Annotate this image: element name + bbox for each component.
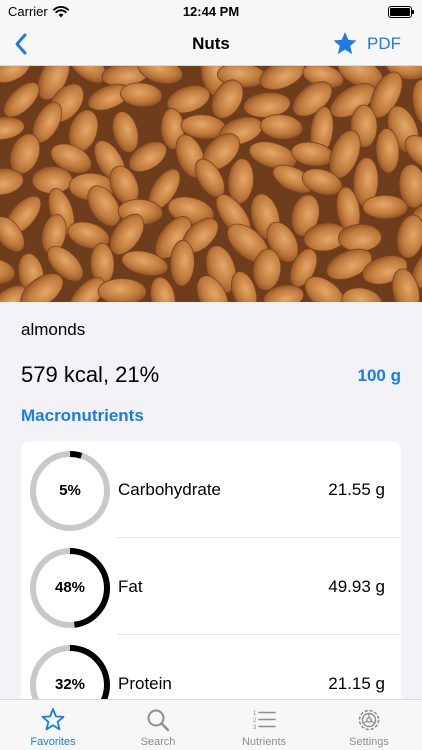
nutrient-amount: 21.15 g bbox=[328, 674, 385, 693]
tab-bar: Favorites Search 1 2 3 Nutrients Setting… bbox=[0, 699, 422, 750]
tab-nutrients[interactable]: 1 2 3 Nutrients bbox=[211, 700, 317, 750]
favorite-star-icon[interactable] bbox=[330, 29, 360, 59]
svg-text:1: 1 bbox=[253, 711, 257, 717]
nutrient-name: Protein bbox=[118, 674, 172, 693]
macronutrients-card: 5% Carbohydrate 21.55 g 48% Fat 49.93 g … bbox=[21, 441, 401, 741]
pdf-button[interactable]: PDF bbox=[367, 34, 401, 54]
tab-settings[interactable]: Settings bbox=[316, 700, 422, 750]
tab-search[interactable]: Search bbox=[105, 700, 211, 750]
portion-button[interactable]: 100 g bbox=[358, 366, 401, 386]
tab-label: Search bbox=[140, 736, 176, 748]
magnifier-icon bbox=[147, 709, 170, 732]
nutrient-name: Fat bbox=[118, 577, 143, 596]
percent-label: 48% bbox=[54, 579, 86, 596]
energy-summary: 579 kcal, 21% bbox=[21, 362, 160, 387]
tab-label: Nutrients bbox=[241, 736, 287, 748]
svg-text:3: 3 bbox=[253, 725, 257, 731]
navigation-bar: Nuts PDF bbox=[0, 24, 422, 66]
almonds-photo-illustration bbox=[0, 66, 422, 302]
food-name: almonds bbox=[21, 320, 86, 339]
tab-favorites[interactable]: Favorites bbox=[0, 700, 106, 750]
macro-row-fat[interactable]: 48% Fat 49.93 g bbox=[21, 538, 401, 635]
star-outline-icon bbox=[41, 708, 65, 731]
nutrient-amount: 49.93 g bbox=[328, 577, 385, 596]
status-bar: Carrier 12:44 PM bbox=[0, 0, 422, 24]
gear-icon bbox=[358, 709, 380, 731]
numbered-list-icon: 1 2 3 bbox=[253, 711, 276, 731]
nutrient-amount: 21.55 g bbox=[328, 480, 385, 499]
tab-label: Favorites bbox=[30, 736, 76, 748]
status-time: 12:44 PM bbox=[182, 4, 240, 19]
percent-label: 5% bbox=[59, 482, 81, 499]
battery-icon bbox=[388, 6, 414, 18]
food-photo bbox=[0, 66, 422, 302]
macro-row-carbohydrate[interactable]: 5% Carbohydrate 21.55 g bbox=[21, 441, 401, 538]
section-title-macronutrients: Macronutrients bbox=[21, 406, 144, 425]
svg-text:2: 2 bbox=[253, 718, 257, 724]
almond-shape bbox=[362, 194, 409, 220]
tab-label: Settings bbox=[349, 736, 389, 748]
nutrient-name: Carbohydrate bbox=[118, 480, 222, 499]
